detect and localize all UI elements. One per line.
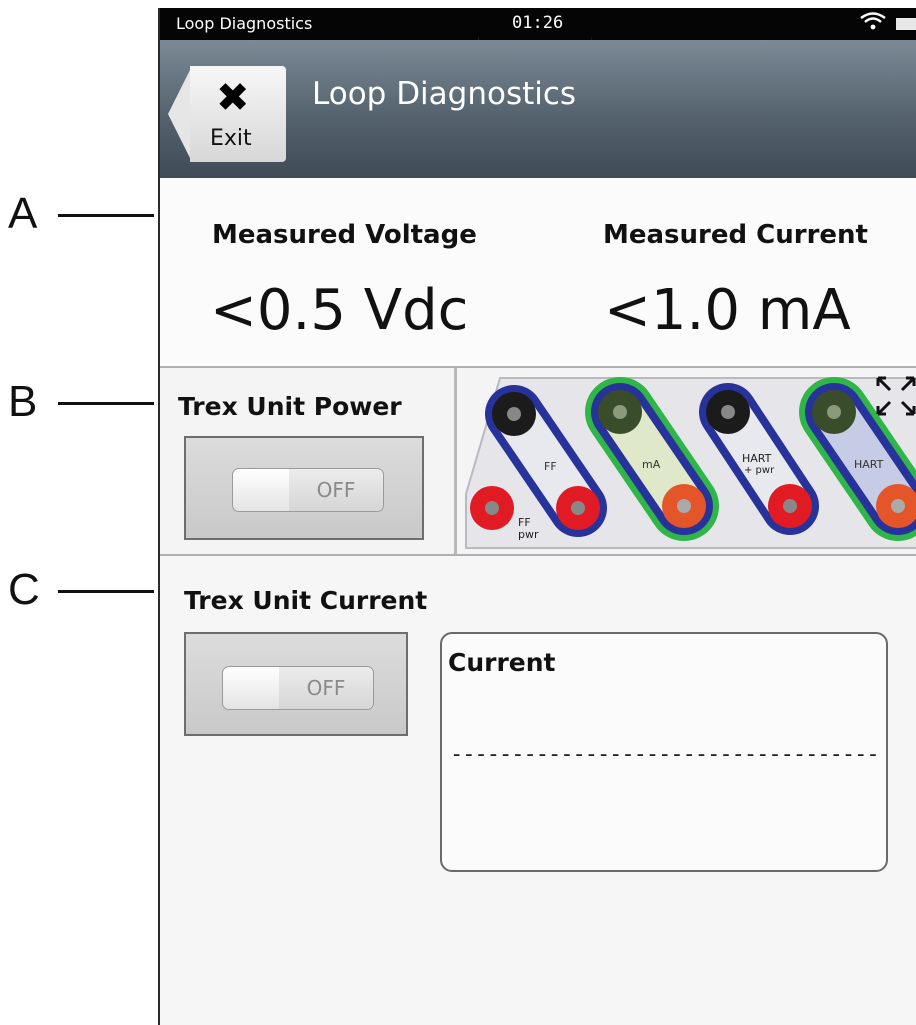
current-readout-box: Current --------------------------------… <box>440 632 888 872</box>
voltage-value: <0.5 Vdc <box>210 278 469 343</box>
current-toggle-state: OFF <box>279 667 373 709</box>
exit-button-arrow <box>168 66 192 162</box>
current-box-value: -------------------------------------- <box>450 742 880 767</box>
title-bar: ✖ Exit Loop Diagnostics <box>160 40 916 178</box>
power-panel: Trex Unit Power OFF FF FF pwr mA HART + … <box>160 368 916 556</box>
terminal-diagram[interactable]: FF FF pwr mA HART + pwr HART <box>460 374 916 552</box>
power-control: Trex Unit Power OFF <box>160 368 457 554</box>
status-bar: Loop Diagnostics 01:26 <box>160 8 916 50</box>
ma-text: mA <box>642 458 661 471</box>
exit-button[interactable]: ✖ Exit <box>168 66 286 162</box>
power-toggle-knob <box>233 469 289 511</box>
status-app-name: Loop Diagnostics <box>176 14 313 33</box>
hart-text: HART <box>854 458 884 471</box>
callout-line-a <box>58 214 154 217</box>
close-icon: ✖ <box>216 75 250 121</box>
measurement-panel: Measured Voltage <0.5 Vdc Measured Curre… <box>160 178 916 368</box>
status-time: 01:26 <box>512 13 564 33</box>
wifi-icon <box>860 12 886 35</box>
callout-letter-c: C <box>8 565 40 614</box>
exit-label: Exit <box>210 126 252 151</box>
current-measure-label: Measured Current <box>603 220 868 250</box>
callout-line-c <box>58 590 154 593</box>
callout-a: A <box>0 192 155 236</box>
current-panel: Trex Unit Current OFF Current ----------… <box>160 556 916 1025</box>
current-measure-value: <1.0 mA <box>604 278 851 343</box>
hart-pwr-text1: HART <box>742 452 772 465</box>
power-toggle-state: OFF <box>289 469 383 511</box>
power-toggle[interactable]: OFF <box>232 468 384 512</box>
current-box-label: Current <box>448 648 556 677</box>
callout-line-b <box>58 402 154 405</box>
hart-pwr-text2: + pwr <box>744 465 775 476</box>
ff-pwr-text2: pwr <box>518 528 539 541</box>
callout-letter-b: B <box>8 377 38 426</box>
page-title: Loop Diagnostics <box>312 76 577 112</box>
device-screen: Loop Diagnostics 01:26 ✖ Exit Loop Diagn… <box>158 8 916 1025</box>
battery-icon <box>896 18 916 30</box>
callout-b: B <box>0 380 155 424</box>
callout-letter-a: A <box>8 189 38 238</box>
ff-text: FF <box>544 460 557 473</box>
callout-c: C <box>0 568 155 612</box>
power-toggle-container: OFF <box>184 436 424 540</box>
voltage-label: Measured Voltage <box>212 220 477 250</box>
power-label: Trex Unit Power <box>178 392 402 421</box>
current-toggle-knob <box>223 667 279 709</box>
current-toggle-container: OFF <box>184 632 408 736</box>
current-label: Trex Unit Current <box>184 586 428 615</box>
current-toggle[interactable]: OFF <box>222 666 374 710</box>
